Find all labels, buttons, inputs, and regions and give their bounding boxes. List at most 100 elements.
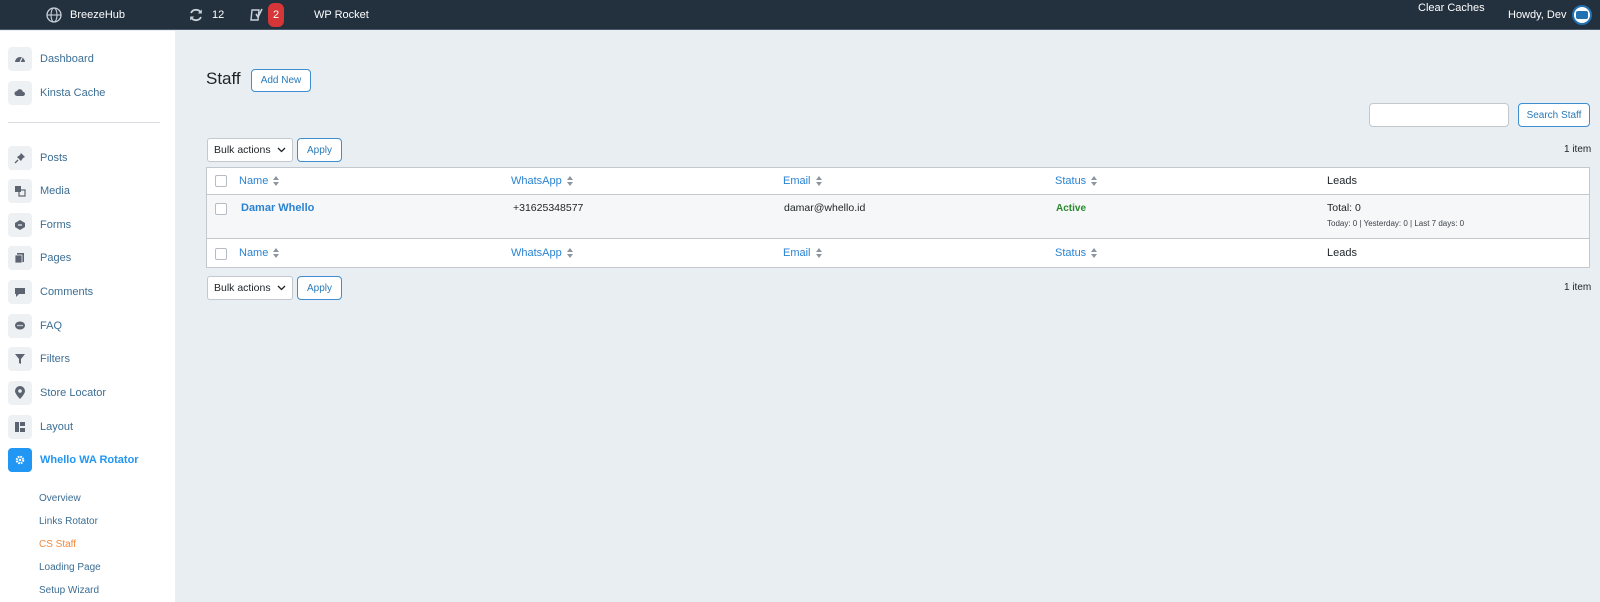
sidebar-item-label: Comments: [40, 286, 94, 298]
table-footer-row: Name WhatsApp Email Status Leads: [207, 240, 1589, 268]
sidebar-item-filters[interactable]: Filters: [8, 346, 70, 372]
forms-icon: [8, 213, 32, 237]
admin-bar: BreezeHub 12 2 WP Rocket Clear Caches Ho…: [0, 0, 1600, 30]
updates-link[interactable]: 12: [188, 0, 224, 30]
sidebar-item-label: Pages: [40, 252, 72, 264]
select-all-checkbox-footer[interactable]: [215, 248, 227, 260]
submenu-cs-staff[interactable]: CS Staff: [39, 539, 76, 550]
admin-sidebar: Dashboard Kinsta Cache Posts Media Forms…: [0, 31, 175, 602]
sidebar-item-comments[interactable]: Comments: [8, 279, 93, 305]
column-status-sort-footer[interactable]: Status: [1055, 247, 1098, 259]
globe-icon: [46, 7, 62, 23]
column-status-sort[interactable]: Status: [1055, 175, 1098, 187]
filter-icon: [8, 347, 32, 371]
table-header-row: Name WhatsApp Email Status Leads: [207, 168, 1589, 195]
chevron-down-icon: [277, 285, 286, 291]
sidebar-item-posts[interactable]: Posts: [8, 145, 68, 171]
row-checkbox[interactable]: [215, 203, 227, 215]
search-staff-button[interactable]: Search Staff: [1518, 103, 1590, 127]
account-menu[interactable]: Howdy, Dev: [1508, 0, 1593, 30]
sort-icon: [815, 176, 822, 186]
sidebar-item-pages[interactable]: Pages: [8, 245, 71, 271]
chevron-down-icon: [277, 147, 286, 153]
dashboard-icon: [8, 47, 32, 71]
column-name-sort[interactable]: Name: [239, 175, 280, 187]
sort-icon: [1091, 176, 1098, 186]
add-new-button[interactable]: Add New: [251, 69, 311, 92]
column-name-sort-footer[interactable]: Name: [239, 247, 280, 259]
submenu-loading-page[interactable]: Loading Page: [39, 562, 101, 573]
cloud-icon: [8, 81, 32, 105]
sort-icon: [273, 248, 280, 258]
yoast-icon: [250, 8, 263, 21]
pin-icon: [8, 146, 32, 170]
avatar: [1572, 5, 1593, 25]
staff-name-link[interactable]: Damar Whello: [241, 202, 314, 214]
bulk-actions-label: Bulk actions: [214, 144, 271, 156]
wp-rocket-menu[interactable]: WP Rocket: [314, 0, 369, 30]
submenu-links-rotator[interactable]: Links Rotator: [39, 516, 98, 527]
gear-icon: [8, 448, 32, 472]
leads-total: Total: 0: [1327, 202, 1361, 214]
location-pin-icon: [8, 381, 32, 405]
sidebar-item-faq[interactable]: FAQ: [8, 313, 62, 339]
sort-icon: [1091, 248, 1098, 258]
sidebar-item-label: Forms: [40, 219, 72, 231]
items-count-top: 1 item: [1564, 144, 1592, 155]
staff-whatsapp: +31625348577: [513, 202, 584, 214]
sidebar-item-label: Whello WA Rotator: [40, 454, 139, 466]
apply-button-top[interactable]: Apply: [297, 138, 342, 162]
comment-icon: [8, 280, 32, 304]
sidebar-divider: [8, 122, 160, 123]
howdy-text: Howdy, Dev: [1508, 9, 1567, 21]
column-label: Status: [1055, 247, 1087, 259]
clear-caches-button[interactable]: Clear Caches: [1418, 0, 1485, 16]
sidebar-item-store-locator[interactable]: Store Locator: [8, 380, 106, 406]
bulk-actions-label: Bulk actions: [214, 282, 271, 294]
site-name: BreezeHub: [70, 9, 126, 21]
sidebar-item-forms[interactable]: Forms: [8, 212, 71, 238]
bulk-actions-select-top[interactable]: Bulk actions: [207, 138, 293, 162]
refresh-icon: [190, 8, 202, 22]
sidebar-item-label: Layout: [40, 421, 74, 433]
column-whatsapp-sort[interactable]: WhatsApp: [511, 175, 574, 187]
page-title: Staff: [206, 69, 241, 88]
leads-detail: Today: 0 | Yesterday: 0 | Last 7 days: 0: [1327, 219, 1465, 228]
column-email-sort[interactable]: Email: [783, 175, 823, 187]
sidebar-item-label: Media: [40, 185, 70, 197]
pages-icon: [8, 246, 32, 270]
yoast-seo-link[interactable]: 2: [250, 0, 284, 30]
column-label: Name: [239, 175, 269, 187]
submenu-overview[interactable]: Overview: [39, 493, 81, 504]
site-name-link[interactable]: BreezeHub: [46, 0, 125, 30]
select-all-checkbox[interactable]: [215, 175, 227, 187]
apply-button-bottom[interactable]: Apply: [297, 276, 342, 300]
bulk-actions-select-bottom[interactable]: Bulk actions: [207, 276, 293, 300]
sort-icon: [273, 176, 280, 186]
media-icon: [8, 179, 32, 203]
sort-icon: [566, 248, 573, 258]
sidebar-item-dashboard[interactable]: Dashboard: [8, 46, 94, 72]
sidebar-item-layout[interactable]: Layout: [8, 414, 73, 440]
column-label: Status: [1055, 175, 1087, 187]
sort-icon: [566, 176, 573, 186]
search-input[interactable]: [1369, 103, 1509, 127]
sidebar-item-whello-wa-rotator[interactable]: Whello WA Rotator: [8, 447, 139, 473]
status-badge: Active: [1056, 203, 1087, 214]
table-row: Damar Whello +31625348577 damar@whello.i…: [207, 195, 1589, 239]
sidebar-item-label: Filters: [40, 353, 70, 365]
sidebar-item-label: Kinsta Cache: [40, 87, 106, 99]
sidebar-item-kinsta-cache[interactable]: Kinsta Cache: [8, 80, 105, 106]
column-email-sort-footer[interactable]: Email: [783, 247, 823, 259]
submenu-setup-wizard[interactable]: Setup Wizard: [39, 585, 99, 596]
sort-icon: [815, 248, 822, 258]
column-label: WhatsApp: [511, 247, 562, 259]
column-label: WhatsApp: [511, 175, 562, 187]
updates-count: 12: [212, 9, 225, 21]
sidebar-item-media[interactable]: Media: [8, 178, 70, 204]
column-whatsapp-sort-footer[interactable]: WhatsApp: [511, 247, 574, 259]
sidebar-item-label: Posts: [40, 152, 68, 164]
staff-table: Name WhatsApp Email Status Leads Damar W…: [206, 167, 1590, 268]
notification-badge: 2: [268, 3, 284, 27]
layout-icon: [8, 415, 32, 439]
